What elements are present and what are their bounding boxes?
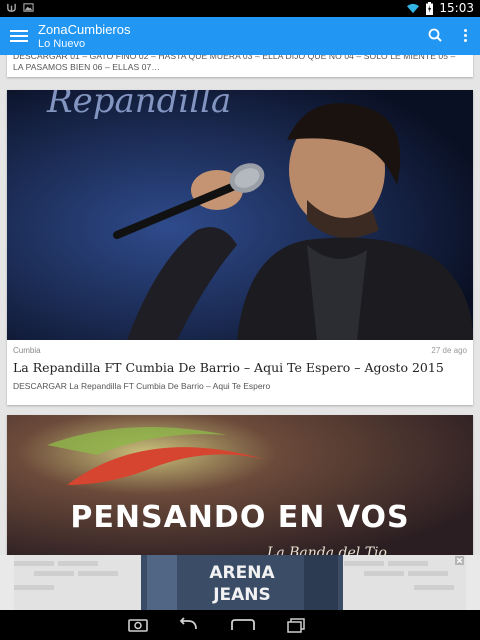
image-caption-sub: La Banda del Tio xyxy=(266,545,387,555)
image-icon xyxy=(23,3,34,12)
app-bar: ZonaCumbieros Lo Nuevo xyxy=(0,17,480,55)
post-feed[interactable]: DESCARGAR 01 – GATO FINO 02 – HASTA QUE … xyxy=(0,55,480,555)
post-date: 27 de ago xyxy=(431,346,467,355)
post-image[interactable]: PENSANDO EN VOS La Banda del Tio xyxy=(7,415,473,555)
ad-line1: ARENA xyxy=(209,563,275,583)
back-icon[interactable] xyxy=(176,616,200,634)
ad-banner[interactable]: ARENA JEANS xyxy=(0,555,480,610)
ad-creative[interactable]: ARENA JEANS xyxy=(14,555,466,610)
post-excerpt: DESCARGAR 01 – GATO FINO 02 – HASTA QUE … xyxy=(13,55,456,72)
post-card-next[interactable]: PENSANDO EN VOS La Banda del Tio xyxy=(7,415,473,555)
app-subtitle: Lo Nuevo xyxy=(38,38,86,50)
screenshot-icon[interactable] xyxy=(126,616,150,634)
status-time: 15:03 xyxy=(439,1,474,15)
app-title: ZonaCumbieros xyxy=(38,22,131,37)
search-icon[interactable] xyxy=(426,26,446,46)
post-card[interactable]: Repandilla Cumbia 27 de ago La Repandill… xyxy=(7,90,473,405)
post-title[interactable]: La Repandilla FT Cumbia De Barrio – Aqui… xyxy=(13,360,467,375)
post-excerpt: DESCARGAR La Repandilla FT Cumbia De Bar… xyxy=(13,381,271,391)
singer-photo: Repandilla xyxy=(7,90,473,340)
navigation-bar xyxy=(0,610,480,640)
recents-icon[interactable] xyxy=(284,616,308,634)
ad-image: ARENA JEANS xyxy=(14,555,466,610)
home-icon[interactable] xyxy=(228,616,258,634)
close-icon[interactable] xyxy=(455,556,464,565)
menu-icon[interactable] xyxy=(10,27,28,45)
more-vert-icon[interactable] xyxy=(462,27,468,45)
image-caption: Repandilla xyxy=(46,90,231,121)
notification-icon xyxy=(7,3,16,12)
battery-icon xyxy=(426,1,434,15)
post-card-previous[interactable]: DESCARGAR 01 – GATO FINO 02 – HASTA QUE … xyxy=(7,55,473,77)
ad-line2: JEANS xyxy=(212,585,271,605)
post-image[interactable]: Repandilla xyxy=(7,90,473,340)
status-bar: 15:03 xyxy=(0,0,480,17)
post-category[interactable]: Cumbia xyxy=(13,346,467,355)
image-caption: PENSANDO EN VOS xyxy=(70,500,409,535)
wifi-icon xyxy=(407,3,420,13)
